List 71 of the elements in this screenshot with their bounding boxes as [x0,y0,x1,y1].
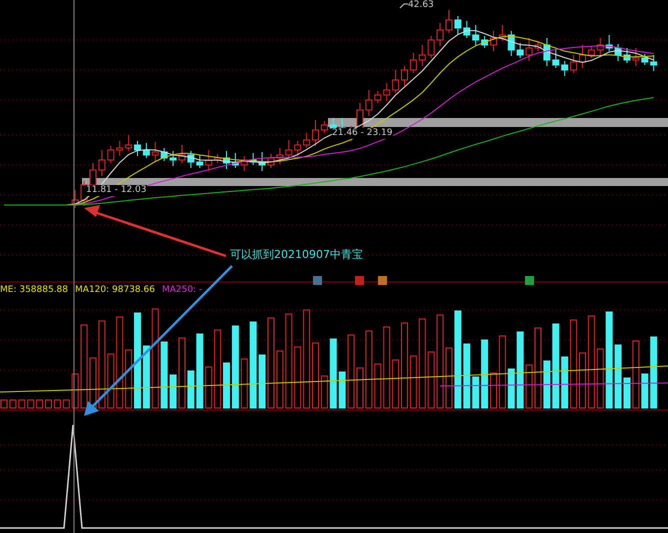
candlestick [178,144,186,164]
candlestick [268,154,274,168]
candlestick [107,146,114,164]
candlestick [303,132,310,148]
price-range-label: 21.46 - 23.19 [332,128,392,139]
candlestick [223,150,230,170]
candlestick [498,24,506,42]
candlestick [418,44,426,66]
candlestick [374,90,382,104]
candlestick [142,142,150,158]
candlestick [214,154,222,164]
candlestick [596,38,604,56]
event-marker-icon[interactable] [525,276,534,285]
candlestick [232,152,239,168]
candlestick [428,36,435,58]
candlestick [187,150,194,168]
candlestick [490,30,497,52]
candlestick [570,54,578,74]
indicator-value: ME: 358885.88 [0,285,68,296]
candlestick [472,24,480,46]
indicator-value: MA120: 98738.66 [75,285,155,296]
candlestick [196,154,204,168]
candlestick [258,152,266,172]
candlestick [463,20,470,38]
candlestick [641,54,648,66]
candlestick [320,120,328,134]
candlestick [614,44,622,62]
candlestick [160,148,168,162]
candlestick [588,46,595,58]
candlestick [205,150,212,172]
candlestick [454,16,462,34]
candlestick [579,44,586,68]
candlestick [561,60,568,76]
event-marker-icon[interactable] [378,276,387,285]
candlestick [72,190,79,208]
candlestick [516,42,524,58]
candlestick [401,66,408,86]
candlestick [534,40,542,52]
candlestick [152,142,159,162]
indicator-value: MA250: - [162,285,202,296]
candlestick [650,54,658,72]
candlestick [285,140,292,158]
price-range-label: 11.81 - 12.03 [86,185,146,196]
candlestick [392,70,400,94]
candlestick [481,36,488,48]
candlestick [250,152,257,166]
candlestick [365,90,372,116]
candlestick [543,38,550,66]
event-marker-icon[interactable] [313,276,322,285]
candlestick [170,150,177,166]
candlestick [383,82,390,102]
candlestick [436,22,444,46]
leader-line [400,4,408,8]
candlestick [125,134,132,152]
candlestick [526,38,533,62]
candlestick [98,150,106,176]
candlestick [312,120,319,146]
candlestick [410,52,417,74]
candlestick [134,140,141,156]
annotation-text: 可以抓到20210907中青宝 [230,248,363,262]
candlestick [276,148,284,164]
candlestick [508,30,515,56]
candlestick [240,156,248,172]
candlestick [632,48,640,66]
candlestick [294,140,302,156]
candlestick [624,48,630,64]
candlestick [116,140,124,156]
candlestick [552,50,560,68]
candlestick [446,10,452,34]
candlestick [606,34,613,52]
event-marker-icon[interactable] [355,276,364,285]
